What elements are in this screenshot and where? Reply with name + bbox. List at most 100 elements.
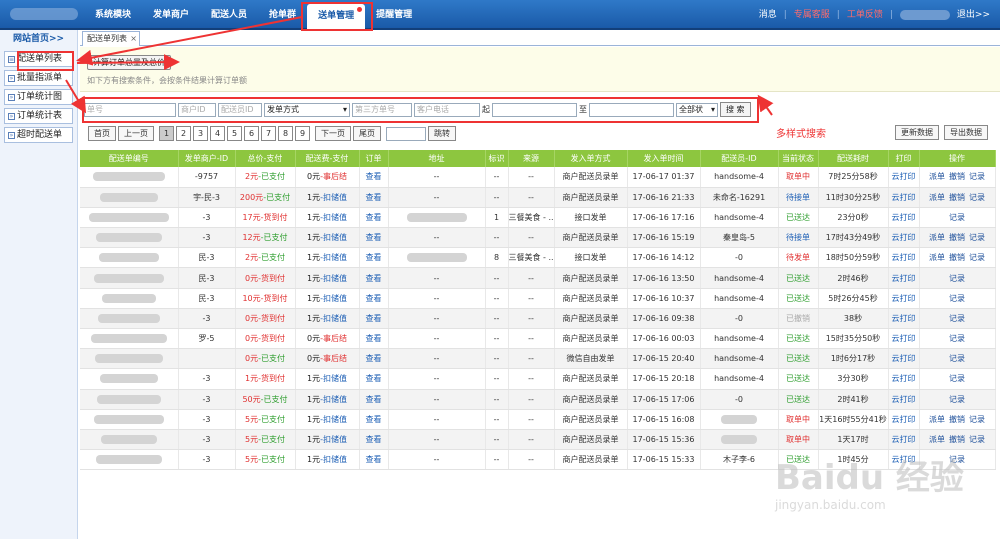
- record-link[interactable]: 记录: [949, 395, 965, 404]
- cloud-print-link[interactable]: 云打印: [892, 294, 916, 303]
- close-icon[interactable]: ×: [130, 32, 137, 45]
- cloud-print-link[interactable]: 云打印: [892, 213, 916, 222]
- first-page-button[interactable]: 首页: [88, 126, 116, 141]
- table-row[interactable]: -3 1元-货到付 1元-扣储值 查看 -- -- -- 商户配送员录单 17-06-15 20…: [80, 368, 996, 390]
- record-link[interactable]: 记录: [949, 294, 965, 303]
- record-link[interactable]: 记录: [969, 253, 985, 262]
- nav-item-system[interactable]: 系统模块: [84, 0, 142, 30]
- view-order-link[interactable]: 查看: [366, 172, 382, 181]
- cancel-link[interactable]: 撤销: [949, 253, 965, 262]
- table-row[interactable]: -3 0元-货到付 1元-扣储值 查看 -- -- -- 商户配送员录单 17-06-16 09…: [80, 308, 996, 330]
- cloud-print-link[interactable]: 云打印: [892, 395, 916, 404]
- sidebar-item-overdue[interactable]: » 超时配送单: [4, 127, 73, 143]
- cloud-print-link[interactable]: 云打印: [892, 274, 916, 283]
- view-order-link[interactable]: 查看: [366, 395, 382, 404]
- dispatch-link[interactable]: 派单: [929, 435, 945, 444]
- view-order-link[interactable]: 查看: [366, 314, 382, 323]
- table-row[interactable]: 罗-5 0元-货到付 0元-事后结 查看 -- -- -- 商户配送员录单 17-06-16 0…: [80, 328, 996, 350]
- dispatch-link[interactable]: 派单: [929, 172, 945, 181]
- table-row[interactable]: -3 17元-货到付 1元-扣储值 查看 1 三餐美食 - ... 接口发单 17-06-16…: [80, 207, 996, 229]
- view-order-link[interactable]: 查看: [366, 374, 382, 383]
- cancel-link[interactable]: 撤销: [949, 435, 965, 444]
- table-row[interactable]: -9757 2元-已支付 0元-事后结 查看 -- -- -- 商户配送员录单 17-06-17…: [80, 167, 996, 188]
- table-row[interactable]: 民-3 2元-已支付 1元-扣储值 查看 8 三餐美食 - ... 接口发单 17-06-16…: [80, 247, 996, 269]
- record-link[interactable]: 记录: [949, 274, 965, 283]
- dispatch-link[interactable]: 派单: [929, 233, 945, 242]
- cloud-print-link[interactable]: 云打印: [892, 172, 916, 181]
- record-link[interactable]: 记录: [949, 354, 965, 363]
- table-row[interactable]: -3 12元-已支付 1元-扣储值 查看 -- -- -- 商户配送员录单 17-06-16 1…: [80, 227, 996, 249]
- calc-total-button[interactable]: 计算订单总量及总价: [87, 55, 171, 70]
- cancel-link[interactable]: 撤销: [949, 233, 965, 242]
- prev-page-button[interactable]: 上一页: [118, 126, 154, 141]
- table-row[interactable]: 民-3 0元-货到付 1元-扣储值 查看 -- -- -- 商户配送员录单 17-06-16 1…: [80, 267, 996, 289]
- sidebar-item-stats-table[interactable]: » 订单统计表: [4, 108, 73, 124]
- message-link[interactable]: 消息: [759, 0, 777, 30]
- record-link[interactable]: 记录: [949, 314, 965, 323]
- feedback-link[interactable]: 工单反馈: [847, 0, 883, 30]
- view-order-link[interactable]: 查看: [366, 233, 382, 242]
- cloud-print-link[interactable]: 云打印: [892, 193, 916, 202]
- record-link[interactable]: 记录: [969, 193, 985, 202]
- dispatch-link[interactable]: 派单: [929, 415, 945, 424]
- page-number[interactable]: 9: [295, 126, 310, 141]
- sidebar-item-stats-chart[interactable]: » 订单统计图: [4, 89, 73, 105]
- sidebar-item-batch-assign[interactable]: » 批量指派单: [4, 70, 73, 86]
- cloud-print-link[interactable]: 云打印: [892, 374, 916, 383]
- cancel-link[interactable]: 撤销: [949, 172, 965, 181]
- cloud-print-link[interactable]: 云打印: [892, 435, 916, 444]
- view-order-link[interactable]: 查看: [366, 455, 382, 464]
- view-order-link[interactable]: 查看: [366, 294, 382, 303]
- page-number[interactable]: 3: [193, 126, 208, 141]
- logout-link[interactable]: 退出>>: [957, 0, 990, 30]
- refresh-data-button[interactable]: 更新数据: [895, 125, 939, 140]
- table-row[interactable]: 0元-已支付 0元-事后结 查看 -- -- -- 微信自由发单 17-06-15 20:40…: [80, 348, 996, 370]
- cloud-print-link[interactable]: 云打印: [892, 253, 916, 262]
- record-link[interactable]: 记录: [969, 415, 985, 424]
- page-number[interactable]: 6: [244, 126, 259, 141]
- view-order-link[interactable]: 查看: [366, 274, 382, 283]
- table-row[interactable]: 宇-民-3 200元-已支付 1元-扣储值 查看 -- -- -- 商户配送员录单 17-06-…: [80, 187, 996, 208]
- jump-page-input[interactable]: [386, 126, 426, 141]
- record-link[interactable]: 记录: [969, 172, 985, 181]
- page-number[interactable]: 4: [210, 126, 225, 141]
- view-order-link[interactable]: 查看: [366, 253, 382, 262]
- dispatch-link[interactable]: 派单: [929, 253, 945, 262]
- record-link[interactable]: 记录: [949, 455, 965, 464]
- cancel-link[interactable]: 撤销: [949, 415, 965, 424]
- table-row[interactable]: -3 50元-已支付 1元-扣储值 查看 -- -- -- 商户配送员录单 17-06-15 1…: [80, 389, 996, 410]
- nav-item-grab-group[interactable]: 抢单群: [258, 0, 307, 30]
- nav-item-reminders[interactable]: 提醒管理: [365, 0, 423, 30]
- cloud-print-link[interactable]: 云打印: [892, 233, 916, 242]
- cancel-link[interactable]: 撤销: [949, 193, 965, 202]
- cloud-print-link[interactable]: 云打印: [892, 415, 916, 424]
- nav-item-couriers[interactable]: 配送人员: [200, 0, 258, 30]
- record-link[interactable]: 记录: [949, 213, 965, 222]
- view-order-link[interactable]: 查看: [366, 193, 382, 202]
- record-link[interactable]: 记录: [969, 233, 985, 242]
- nav-item-merchants[interactable]: 发单商户: [142, 0, 200, 30]
- page-number[interactable]: 8: [278, 126, 293, 141]
- page-number[interactable]: 2: [176, 126, 191, 141]
- page-number[interactable]: 7: [261, 126, 276, 141]
- export-data-button[interactable]: 导出数据: [944, 125, 988, 140]
- table-row[interactable]: -3 5元-已支付 1元-扣储值 查看 -- -- -- 商户配送员录单 17-06-15 15…: [80, 429, 996, 451]
- tab-delivery-list[interactable]: 配送单列表 ×: [82, 31, 140, 46]
- page-number[interactable]: 1: [159, 126, 174, 141]
- cloud-print-link[interactable]: 云打印: [892, 354, 916, 363]
- dispatch-link[interactable]: 派单: [929, 193, 945, 202]
- cloud-print-link[interactable]: 云打印: [892, 455, 916, 464]
- page-number[interactable]: 5: [227, 126, 242, 141]
- view-order-link[interactable]: 查看: [366, 354, 382, 363]
- cloud-print-link[interactable]: 云打印: [892, 334, 916, 343]
- view-order-link[interactable]: 查看: [366, 435, 382, 444]
- view-order-link[interactable]: 查看: [366, 415, 382, 424]
- jump-button[interactable]: 跳转: [428, 126, 456, 141]
- table-row[interactable]: 民-3 10元-货到付 1元-扣储值 查看 -- -- -- 商户配送员录单 17-06-16 …: [80, 288, 996, 309]
- record-link[interactable]: 记录: [949, 374, 965, 383]
- support-link[interactable]: 专属客服: [794, 0, 830, 30]
- view-order-link[interactable]: 查看: [366, 334, 382, 343]
- cloud-print-link[interactable]: 云打印: [892, 314, 916, 323]
- last-page-button[interactable]: 尾页: [353, 126, 381, 141]
- table-row[interactable]: -3 5元-已支付 1元-扣储值 查看 -- -- -- 商户配送员录单 17-06-15 16…: [80, 409, 996, 430]
